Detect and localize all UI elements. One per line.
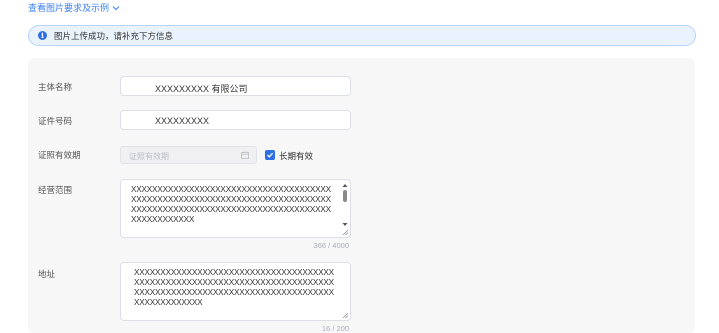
subject-name-input[interactable]: XXXXXXXXX 有限公司 xyxy=(120,76,351,96)
scroll-up-icon[interactable] xyxy=(342,183,348,188)
business-scope-text: XXXXXXXXXXXXXXXXXXXXXXXXXXXXXXXXXXXXXXXX… xyxy=(131,185,331,224)
upload-success-alert: i 图片上传成功，请补充下方信息 xyxy=(28,25,696,46)
long-term-valid-label: 长期有效 xyxy=(279,151,314,161)
long-term-valid-checkbox[interactable] xyxy=(265,150,275,160)
business-scope-textarea[interactable]: XXXXXXXXXXXXXXXXXXXXXXXXXXXXXXXXXXXXXXXX… xyxy=(120,179,351,238)
calendar-icon xyxy=(241,151,249,159)
checkmark-icon xyxy=(267,152,274,158)
alert-message: 图片上传成功，请补充下方信息 xyxy=(54,30,174,41)
subject-name-label: 主体名称 xyxy=(38,82,73,92)
view-image-requirements-label: 查看图片要求及示例 xyxy=(28,3,110,13)
form-panel: 主体名称 XXXXXXXXX 有限公司 证件号码 XXXXXXXXX 证照有效期… xyxy=(28,58,695,333)
business-scope-label: 经营范围 xyxy=(38,185,73,195)
chevron-down-icon xyxy=(112,5,120,10)
info-icon: i xyxy=(38,31,47,40)
scrollbar-thumb[interactable] xyxy=(343,190,347,202)
cert-number-input[interactable]: XXXXXXXXX xyxy=(120,110,351,130)
resize-grip-icon[interactable] xyxy=(342,312,348,318)
address-textarea[interactable]: XXXXXXXXXXXXXXXXXXXXXXXXXXXXXXXXXXXXXXXX… xyxy=(120,262,351,321)
subject-name-value: XXXXXXXXX 有限公司 xyxy=(155,84,248,94)
address-label: 地址 xyxy=(38,269,56,279)
cert-validity-placeholder: 证照有效期 xyxy=(129,152,169,161)
view-image-requirements-link[interactable]: 查看图片要求及示例 xyxy=(28,1,120,14)
business-scope-scrollbar[interactable] xyxy=(342,183,348,227)
address-counter: 16 / 200 xyxy=(321,324,349,333)
business-scope-counter: 366 / 4000 xyxy=(313,241,349,250)
scroll-down-icon[interactable] xyxy=(342,222,348,227)
cert-number-label: 证件号码 xyxy=(38,116,73,126)
resize-grip-icon[interactable] xyxy=(342,229,348,235)
cert-validity-label: 证照有效期 xyxy=(38,150,81,160)
cert-validity-date-picker[interactable]: 证照有效期 xyxy=(120,146,257,164)
address-text: XXXXXXXXXXXXXXXXXXXXXXXXXXXXXXXXXXXXXXXX… xyxy=(134,268,334,307)
cert-number-value: XXXXXXXXX xyxy=(155,116,210,126)
